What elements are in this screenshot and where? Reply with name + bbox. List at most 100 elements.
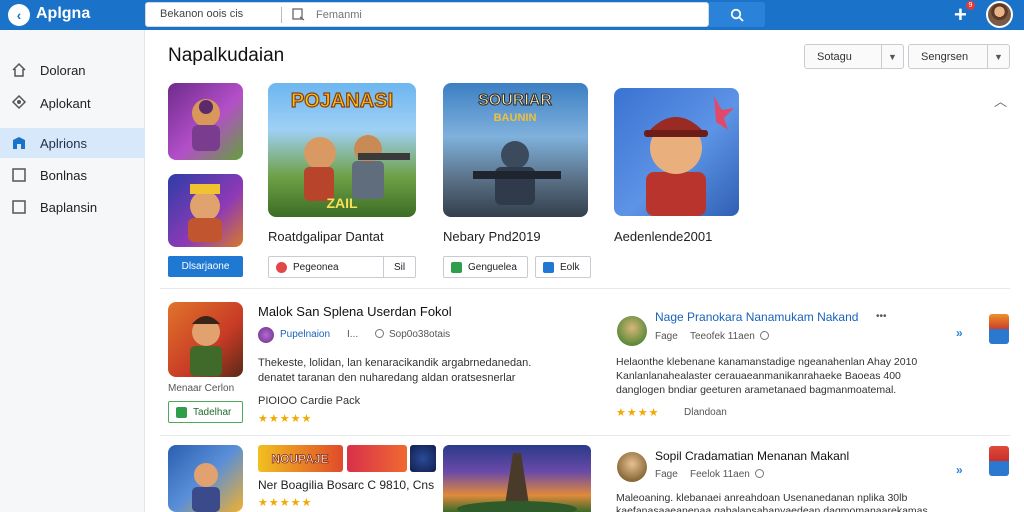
author-name[interactable]: Pupelnaion	[280, 329, 330, 340]
svg-text:NOUPAJE: NOUPAJE	[271, 452, 328, 466]
notification-badge: 9	[966, 1, 975, 10]
square-icon	[12, 200, 26, 214]
app-badge-icon[interactable]	[989, 314, 1009, 344]
section-divider	[160, 288, 1010, 289]
game-thumbnail[interactable]: SOURIAR BAUNIN	[443, 83, 588, 217]
game-title[interactable]: Roatdgalipar Dantat	[268, 229, 384, 244]
game-thumbnail[interactable]	[168, 174, 243, 247]
game-art-icon	[457, 453, 577, 512]
store-icon	[13, 137, 25, 149]
app-badge-icon[interactable]	[989, 446, 1009, 476]
game-art-icon	[192, 99, 220, 151]
game-art-icon	[188, 184, 222, 242]
sidebar-item-label: Doloran	[40, 62, 86, 78]
featured-action-button[interactable]: Eolk	[535, 256, 591, 278]
description-line: kaefanasaaeanenaa gabalansahanyaedean da…	[616, 505, 928, 512]
install-button[interactable]: Tadelhar	[168, 401, 243, 423]
svg-text:BAUNIN: BAUNIN	[494, 112, 537, 124]
game-art-icon	[192, 463, 220, 512]
game-thumbnail[interactable]: POJANASI ZAIL	[268, 83, 416, 217]
card-title[interactable]: Malok San Splena Userdan Fokol	[258, 304, 452, 319]
author-name[interactable]: Fage	[655, 331, 678, 342]
game-title[interactable]: Aedenlende2001	[614, 229, 712, 244]
description-line: Helaonthe klebenane kanamanstadige ngean…	[616, 356, 918, 368]
svg-text:ZAIL: ZAIL	[326, 195, 358, 211]
double-chevron-right-icon[interactable]: »	[956, 326, 963, 340]
rating-stars: ★★★★	[616, 407, 660, 419]
app-title[interactable]: Ner Boagilia Bosarc C 9810, Cns	[258, 478, 434, 492]
promo-banner[interactable]: NOUPAJE	[258, 445, 343, 472]
post-time: Teeofek 11aen	[690, 331, 774, 342]
sidebar-item-doloran[interactable]: Doloran	[0, 55, 145, 85]
filter-dropdown-label: Sengrsen	[921, 50, 969, 63]
app-badge-icon	[176, 406, 187, 418]
button-label: Tadelhar	[193, 406, 232, 418]
game-art-icon	[644, 96, 734, 216]
app-thumbnail[interactable]	[168, 302, 243, 377]
user-avatar[interactable]	[986, 1, 1013, 28]
sidebar-item-label: Bonlnas	[40, 167, 87, 183]
post-time: Feelok 11aen	[690, 469, 769, 480]
featured-action-button[interactable]: Genguelea	[443, 256, 528, 278]
svg-text:POJANASI: POJANASI	[291, 90, 393, 112]
button-label: Pegeonea	[293, 261, 339, 273]
post-time: Sop0o38otais	[370, 329, 450, 340]
app-logo-icon[interactable]: ‹	[8, 4, 30, 26]
sidebar-item-bonlnas[interactable]: Bonlnas	[0, 160, 145, 190]
app-thumbnail[interactable]	[168, 445, 243, 512]
search-divider	[281, 7, 282, 23]
search-input[interactable]	[316, 5, 696, 25]
author-name[interactable]: Fage	[655, 469, 678, 480]
double-chevron-right-icon[interactable]: »	[956, 463, 963, 477]
game-thumbnail[interactable]	[168, 83, 243, 160]
game-art-icon: POJANASI ZAIL	[290, 89, 410, 211]
chevron-up-icon[interactable]: ︿	[994, 91, 1007, 110]
description-line: danglogen bndiar geeturen arametanaed ba…	[616, 384, 897, 396]
description-line: Maleoaning. klebanaei anreahdoan Usenane…	[616, 492, 908, 504]
chevron-down-icon: ▼	[987, 45, 1009, 68]
game-thumbnail[interactable]	[443, 445, 591, 512]
more-options-icon[interactable]: •••	[876, 311, 887, 322]
author-avatar	[258, 327, 274, 343]
featured-action-button[interactable]: Dlsarjaone	[168, 256, 243, 277]
game-thumbnail[interactable]	[614, 88, 739, 216]
sidebar-item-label: Aplrions	[40, 135, 87, 151]
button-label: Genguelea	[468, 261, 517, 273]
app-badge-icon	[451, 261, 462, 273]
app-title[interactable]: Aplgna	[36, 5, 90, 23]
sidebar-item-baplansin[interactable]: Baplansin	[0, 192, 145, 222]
sidebar-item-label: Aplokant	[40, 95, 91, 111]
sidebar-item-aplokant[interactable]: Aplokant	[0, 88, 145, 118]
puzzle-icon	[11, 95, 27, 110]
card-title[interactable]: Nage Pranokara Nanamukam Nakand	[655, 310, 858, 324]
square-icon	[12, 168, 26, 182]
card-title[interactable]: Sopil Cradamatian Menanan Makanl	[655, 449, 849, 463]
sidebar-item-aplrions[interactable]: Aplrions	[0, 128, 145, 158]
description-line: Kanlanlanahealaster cerauaeanmanikanraha…	[616, 370, 901, 382]
meta-separator: I...	[347, 329, 359, 340]
author-avatar	[617, 452, 647, 482]
top-bar: ‹ Aplgna Bekanon oois cis + 9	[0, 0, 1024, 30]
description-line: Thekeste, lolidan, lan kenaracikandik ar…	[258, 357, 532, 369]
svg-text:SOURIAR: SOURIAR	[478, 92, 552, 109]
search-button[interactable]	[709, 2, 765, 27]
rating-stars: ★★★★★	[258, 497, 313, 509]
button-label: Eolk	[560, 261, 580, 273]
sort-dropdown[interactable]: Sotagu ▼	[804, 44, 904, 69]
page-title: Napalkudaian	[168, 45, 285, 66]
description-line: denatet taranan den nuharedang aldan ora…	[258, 372, 516, 384]
chevron-down-icon: ▼	[881, 45, 903, 68]
app-badge-icon	[276, 261, 287, 273]
rating-label: Dlandoan	[684, 407, 727, 418]
promo-banner[interactable]	[347, 445, 407, 472]
featured-action-button[interactable]: Pegeonea Sil	[268, 256, 416, 278]
banner-art-icon: NOUPAJE	[271, 452, 329, 467]
promo-banner[interactable]	[410, 445, 436, 472]
clock-icon	[375, 329, 384, 338]
game-art-icon	[190, 316, 222, 376]
game-title[interactable]: Nebary Pnd2019	[443, 229, 541, 244]
sidebar: Doloran Aplokant Aplrions Bonlnas Baplan…	[0, 30, 145, 512]
filter-dropdown[interactable]: Sengrsen ▼	[908, 44, 1010, 69]
search-scope-label[interactable]: Bekanon oois cis	[160, 8, 243, 20]
search-bar: Bekanon oois cis	[145, 2, 709, 27]
